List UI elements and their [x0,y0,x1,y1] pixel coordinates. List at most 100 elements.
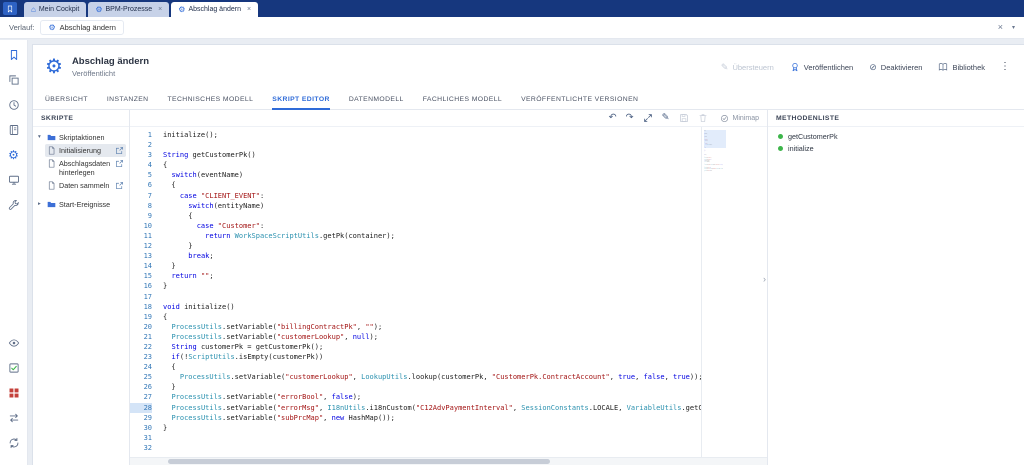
browser-tab-abschlag-aendern[interactable]: ⚙Abschlag ändern× [171,2,258,17]
open-external-icon[interactable] [115,146,124,155]
editor-gutter: 1234567891011121314151617181920212223242… [130,127,157,465]
line-number: 25 [130,372,152,382]
section-tab[interactable]: VERÖFFENTLICHTE VERSIONEN [521,96,638,110]
delete-button[interactable] [698,113,708,123]
line-number: 2 [130,140,152,150]
expand-button[interactable] [643,113,653,123]
folder-icon [47,200,56,209]
override-button[interactable]: ✎Übersteuern [721,63,774,72]
code-line: switch(eventName) [163,170,701,180]
line-number: 5 [130,170,152,180]
process-titles: Abschlag ändern Veröffentlicht [72,56,149,78]
editor-code[interactable]: initialize();String getCustomerPk(){ swi… [157,127,701,465]
code-line [163,140,701,150]
bookmark-rail-button[interactable] [6,47,22,63]
line-number: 21 [130,332,152,342]
code-line: ProcessUtils.setVariable("customerLookup… [163,332,701,342]
code-line: switch(entityName) [163,201,701,211]
line-number: 24 [130,362,152,372]
swap-rail-button[interactable] [6,410,22,426]
grid-rail-button[interactable] [6,385,22,401]
caret-down-icon[interactable]: ▾ [1012,25,1015,31]
collapse-panel-handle[interactable]: › [763,275,766,284]
code-line: initialize(); [163,130,701,140]
listcheck-rail-button[interactable] [6,360,22,376]
wrench-icon [8,199,20,211]
pencil-icon: ✎ [662,113,670,123]
open-external-icon[interactable] [115,181,124,190]
code-line: } [163,423,701,433]
code-line: String getCustomerPk() [163,150,701,160]
copy-rail-button[interactable] [6,72,22,88]
tree-item[interactable]: Initialisierung [45,144,126,157]
notebook-rail-button[interactable] [6,122,22,138]
line-number: 11 [130,231,152,241]
clock-rail-button[interactable] [6,97,22,113]
wrench-rail-button[interactable] [6,197,22,213]
gear-rail-button[interactable]: ⚙ [6,147,22,163]
section-tab[interactable]: SKRIPT EDITOR [272,96,330,110]
copy-icon [8,74,20,86]
method-name: getCustomerPk [788,132,838,141]
tree-item[interactable]: Daten sammeln [45,179,126,192]
bookmark-logo-icon [6,5,14,13]
line-number: 3 [130,150,152,160]
line-number: 26 [130,382,152,392]
section-tab[interactable]: TECHNISCHES MODELL [168,96,254,110]
line-number: 1 [130,130,152,140]
line-number: 22 [130,342,152,352]
monitor-rail-button[interactable] [6,172,22,188]
main-panel: ⚙ Abschlag ändern Veröffentlicht ✎Überst… [32,44,1024,465]
close-tab-icon[interactable]: × [158,6,162,13]
section-tab[interactable]: FACHLICHES MODELL [423,96,502,110]
minimap-toggle[interactable]: Minimap [720,114,759,123]
browser-tab-bpm-prozesse[interactable]: ⚙BPM-Prozesse× [88,2,169,17]
history-bar-actions: × ▾ [998,23,1015,32]
open-external-icon[interactable] [115,159,124,168]
close-tab-icon[interactable]: × [247,6,251,13]
code-line [704,174,726,175]
undo-button[interactable]: ↶ [609,113,617,123]
horizontal-scrollbar[interactable] [130,457,767,465]
notebook-icon [8,124,20,136]
scrollbar-thumb[interactable] [168,459,550,464]
folder-icon [47,133,56,142]
action-label: Bibliothek [952,63,985,72]
tree-item-label: Abschlagsdaten hinterlegen [59,159,112,177]
code-line: if(!ScriptUtils.isEmpty(customerPk)) [163,352,701,362]
minimap[interactable]: initialize();String getCustomerPk(){ swi… [704,130,726,180]
browser-tab-label: Mein Cockpit [39,6,79,13]
eye-rail-button[interactable] [6,335,22,351]
method-item[interactable]: initialize [768,142,1024,154]
history-item[interactable]: ⚙Abschlag ändern [40,20,123,35]
save-button[interactable] [679,113,689,123]
swap-icon [8,412,20,424]
browser-tab-bar: ⌂Mein Cockpit⚙BPM-Prozesse×⚙Abschlag änd… [0,0,1024,17]
pencil-button[interactable]: ✎ [662,113,670,123]
minimap-column: initialize();String getCustomerPk(){ swi… [701,127,767,465]
method-status-dot [778,146,783,151]
tree-folder[interactable]: ▾Skriptaktionen [36,131,126,144]
section-tab[interactable]: DATENMODELL [349,96,404,110]
redo-button[interactable]: ↷ [626,113,634,123]
sync-rail-button[interactable] [6,435,22,451]
browser-tab-mein-cockpit[interactable]: ⌂Mein Cockpit [24,2,86,17]
method-item[interactable]: getCustomerPk [768,130,1024,142]
deactivate-button[interactable]: ⊘Deaktivieren [869,63,922,72]
section-tab[interactable]: INSTANZEN [107,96,149,110]
publish-button[interactable]: Veröffentlichen [790,62,853,72]
library-button[interactable]: Bibliothek [938,62,985,72]
gear-icon: ⚙ [8,149,19,161]
tree-folder[interactable]: ▸Start-Ereignisse [36,198,126,211]
scripts-panel-title: SKRIPTE [33,110,129,127]
code-line: String customerPk = getCustomerPk(); [163,342,701,352]
section-tab[interactable]: ÜBERSICHT [45,96,88,110]
minimap-label: Minimap [733,115,759,122]
deactivate-icon: ⊘ [869,63,877,72]
action-label: Veröffentlichen [804,63,853,72]
browser-tabs: ⌂Mein Cockpit⚙BPM-Prozesse×⚙Abschlag änd… [24,0,258,17]
more-menu-button[interactable]: ⋮ [1000,62,1010,72]
tree-item[interactable]: Abschlagsdaten hinterlegen [45,157,126,179]
close-icon[interactable]: × [998,23,1003,32]
book-icon [938,62,948,72]
